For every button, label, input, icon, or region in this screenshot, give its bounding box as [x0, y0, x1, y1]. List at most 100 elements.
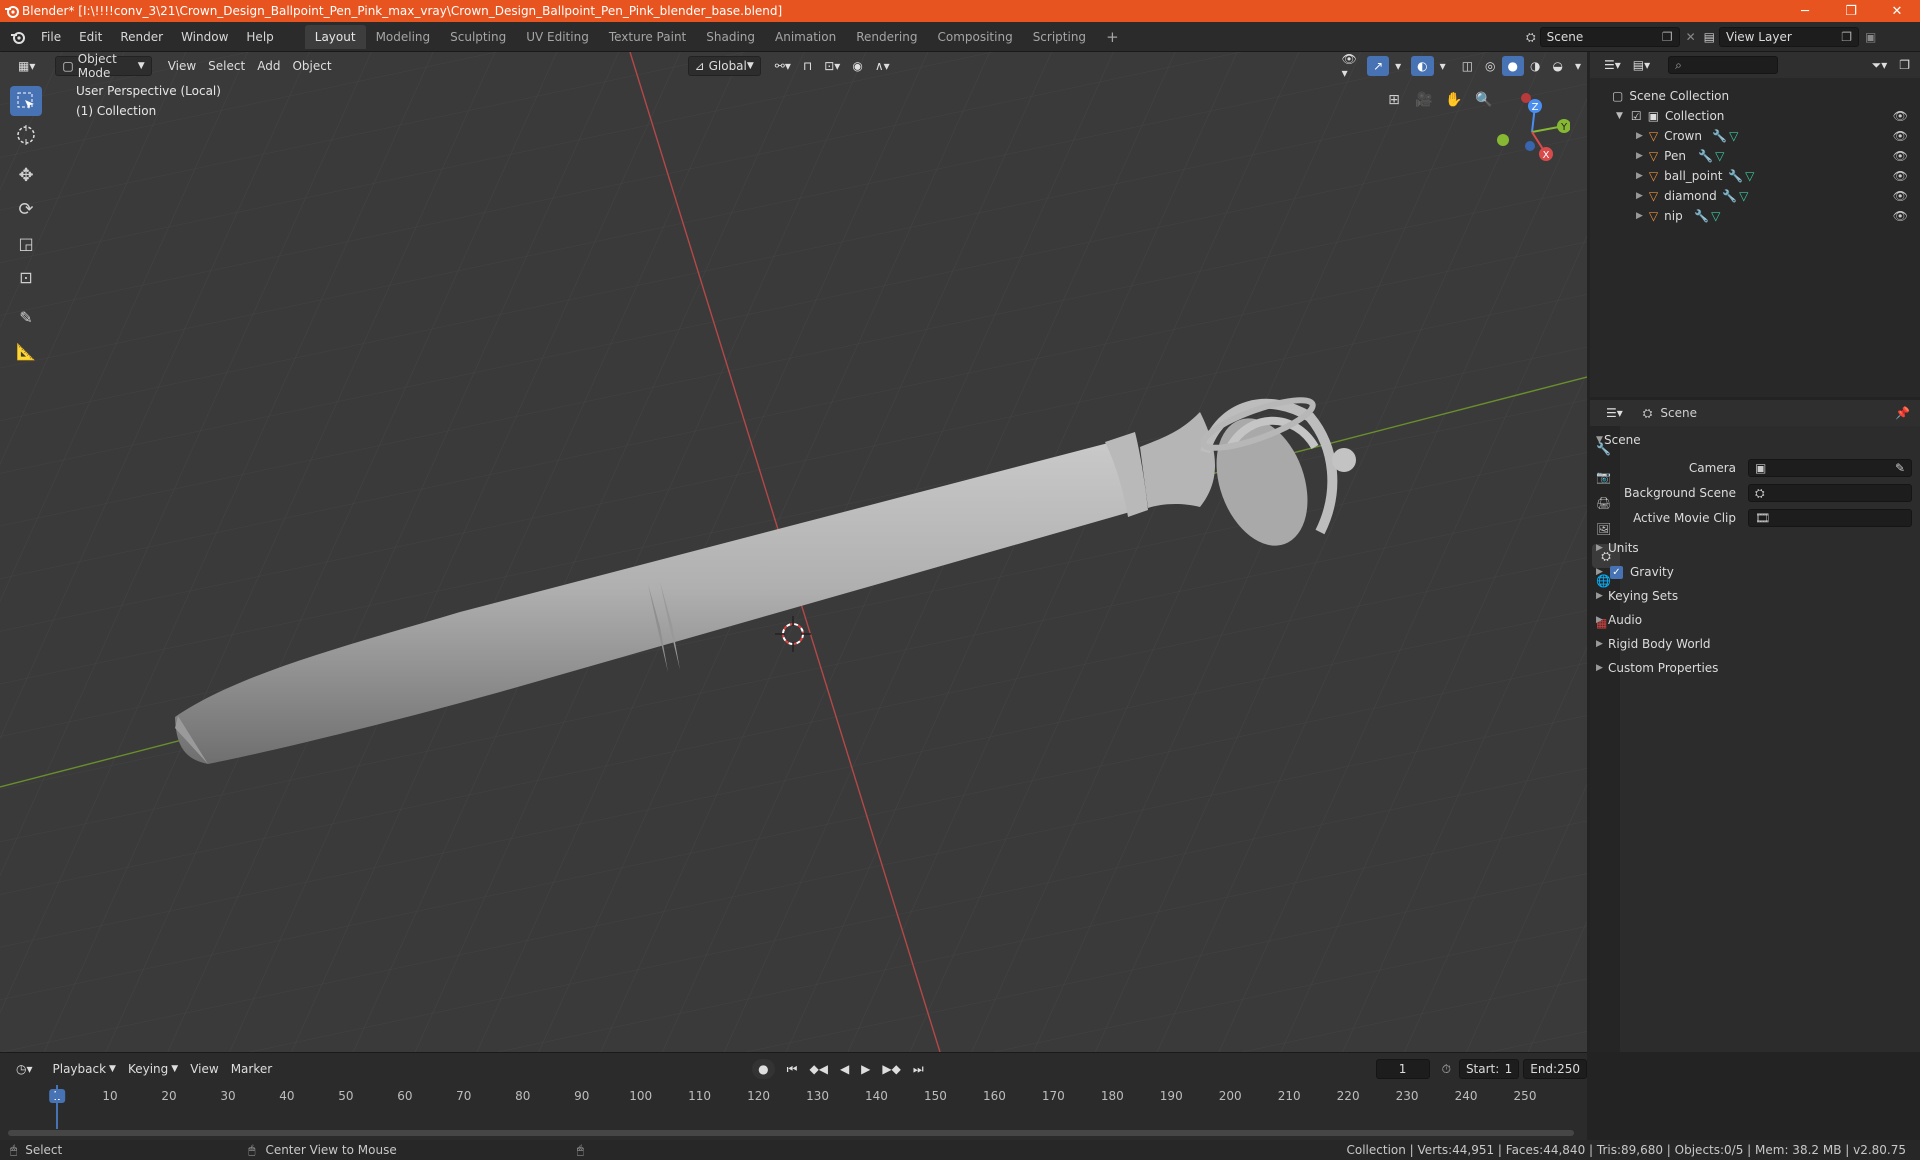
tab-rendering[interactable]: Rendering: [846, 25, 927, 49]
rotate-tool[interactable]: ⟳: [10, 194, 42, 224]
new-view-layer-icon[interactable]: ❐: [1841, 30, 1852, 44]
move-tool[interactable]: ✥: [10, 160, 42, 190]
outliner-panel[interactable]: ☰▾ ▤▾ ⌕ ⏷▾ ❐ ▢ Scene Collection ▼ ☑ ▣ Co…: [1590, 52, 1920, 397]
tab-scripting[interactable]: Scripting: [1023, 25, 1096, 49]
modifier-wrench-icon[interactable]: 🔧: [1694, 209, 1709, 223]
close-button[interactable]: ✕: [1874, 0, 1920, 22]
blender-menu-icon[interactable]: [10, 29, 26, 45]
eye-icon[interactable]: 👁: [1893, 189, 1908, 203]
audio-panel-header[interactable]: ▶ Audio: [1596, 608, 1920, 632]
menu-file[interactable]: File: [32, 22, 70, 52]
custom-properties-panel-header[interactable]: ▶ Custom Properties: [1596, 656, 1920, 680]
mesh-data-icon[interactable]: ▽: [1715, 149, 1724, 163]
gravity-panel-header[interactable]: ▶ ✓ Gravity: [1596, 560, 1920, 584]
expand-arrow-icon[interactable]: ▶: [1636, 151, 1643, 161]
timeline-ruler[interactable]: 1102030405060708090100110120130140150160…: [0, 1053, 1587, 1141]
pan-view-icon[interactable]: ✋: [1440, 86, 1468, 114]
gizmo-toggle-icon[interactable]: ↗: [1367, 56, 1390, 76]
outliner-object-pen[interactable]: ▶ ▽ Pen 🔧 ▽ 👁: [1590, 146, 1920, 166]
minimize-button[interactable]: ─: [1782, 0, 1828, 22]
shading-wireframe-icon[interactable]: ◎: [1479, 56, 1501, 76]
modifier-wrench-icon[interactable]: 🔧: [1722, 189, 1737, 203]
camera-view-icon[interactable]: 🎥: [1410, 86, 1438, 114]
display-mode-icon[interactable]: ▤▾: [1627, 55, 1656, 75]
xray-icon[interactable]: ◫: [1456, 56, 1479, 76]
transform-tool[interactable]: ⊡: [10, 262, 42, 292]
outliner-object-nip[interactable]: ▶ ▽ nip 🔧 ▽ 👁: [1590, 206, 1920, 226]
transform-orientation-selector[interactable]: ⊿ Global ▼: [687, 56, 761, 76]
shading-material-icon[interactable]: ◑: [1524, 56, 1546, 76]
tab-animation[interactable]: Animation: [765, 25, 846, 49]
new-scene-icon[interactable]: ❐: [1662, 30, 1673, 44]
timeline-panel[interactable]: ◷▾ Playback ▼ Keying ▼ View Marker ● ⏮ ◆◀ …: [0, 1052, 1587, 1140]
eye-icon[interactable]: 👁: [1893, 169, 1908, 183]
outliner-search-input[interactable]: ⌕: [1668, 56, 1779, 74]
measure-tool[interactable]: 📐: [10, 336, 42, 366]
outliner-scene-collection[interactable]: ▢ Scene Collection: [1590, 86, 1920, 106]
timeline-scrollbar[interactable]: [8, 1130, 1574, 1136]
include-checkbox[interactable]: ☑: [1631, 109, 1642, 123]
maximize-button[interactable]: ❐: [1828, 0, 1874, 22]
menu-edit[interactable]: Edit: [70, 22, 111, 52]
tab-sculpting[interactable]: Sculpting: [440, 25, 516, 49]
mesh-data-icon[interactable]: ▽: [1745, 169, 1754, 183]
menu-window[interactable]: Window: [172, 22, 237, 52]
gizmo-dropdown-icon[interactable]: ▾: [1389, 56, 1407, 76]
falloff-icon[interactable]: ∧▾: [869, 56, 896, 76]
proportional-edit-icon[interactable]: ◉: [846, 56, 868, 76]
eye-icon[interactable]: 👁: [1893, 149, 1908, 163]
snap-icon[interactable]: ⊓: [797, 56, 818, 76]
menu-render[interactable]: Render: [111, 22, 172, 52]
outliner-object-diamond[interactable]: ▶ ▽ diamond 🔧 ▽ 👁: [1590, 186, 1920, 206]
outliner-editor-type-icon[interactable]: ☰▾: [1598, 55, 1627, 75]
scale-tool[interactable]: ◲: [10, 228, 42, 258]
tab-modeling[interactable]: Modeling: [366, 25, 441, 49]
active-clip-field[interactable]: 🎞: [1748, 509, 1912, 527]
shading-rendered-icon[interactable]: ◒: [1546, 56, 1568, 76]
eyedropper-icon[interactable]: ✎: [1895, 461, 1905, 475]
tab-shading[interactable]: Shading: [696, 25, 765, 49]
annotate-tool[interactable]: ✎: [10, 302, 42, 332]
scene-panel-header[interactable]: ▼ Scene: [1596, 428, 1920, 452]
tab-uv-editing[interactable]: UV Editing: [516, 25, 599, 49]
mesh-data-icon[interactable]: ▽: [1729, 129, 1738, 143]
shading-dropdown-icon[interactable]: ▾: [1569, 56, 1587, 76]
background-scene-field[interactable]: ⛭: [1748, 484, 1912, 502]
remove-scene-icon[interactable]: ✕: [1686, 30, 1696, 44]
outliner-object-ball-point[interactable]: ▶ ▽ ball_point 🔧 ▽ 👁: [1590, 166, 1920, 186]
remove-view-layer-icon[interactable]: ▣: [1865, 30, 1876, 44]
camera-field[interactable]: ▣ ✎: [1748, 459, 1912, 477]
navigation-gizmo[interactable]: Z Y X: [1490, 82, 1570, 172]
expand-arrow-icon[interactable]: ▶: [1636, 191, 1643, 201]
outliner-object-crown[interactable]: ▶ ▽ Crown 🔧 ▽ 👁: [1590, 126, 1920, 146]
pin-icon[interactable]: 📌: [1895, 406, 1910, 420]
expand-arrow-icon[interactable]: ▶: [1636, 131, 1643, 141]
expand-arrow-icon[interactable]: ▼: [1616, 111, 1623, 121]
viewport-menu-select[interactable]: Select: [202, 56, 251, 76]
mode-selector[interactable]: ▢ Object Mode ▼: [55, 52, 152, 80]
toggle-grid-icon[interactable]: ⊞: [1380, 86, 1408, 114]
modifier-wrench-icon[interactable]: 🔧: [1728, 169, 1743, 183]
scene-icon[interactable]: ⛭: [1526, 30, 1536, 45]
mesh-data-icon[interactable]: ▽: [1739, 189, 1748, 203]
view-layer-selector[interactable]: View Layer ❐: [1719, 27, 1860, 47]
add-workspace-button[interactable]: +: [1096, 25, 1129, 49]
snap-target-icon[interactable]: ⊡▾: [818, 56, 846, 76]
mesh-data-icon[interactable]: ▽: [1711, 209, 1720, 223]
viewport-menu-object[interactable]: Object: [286, 56, 337, 76]
expand-arrow-icon[interactable]: ▶: [1636, 171, 1643, 181]
cursor-tool[interactable]: [10, 120, 42, 150]
overlay-dropdown-icon[interactable]: ▾: [1434, 56, 1452, 76]
menu-help[interactable]: Help: [237, 22, 282, 52]
new-collection-icon[interactable]: ❐: [1893, 55, 1916, 75]
eye-icon[interactable]: 👁: [1893, 109, 1908, 123]
eye-icon[interactable]: 👁: [1893, 129, 1908, 143]
tab-texture-paint[interactable]: Texture Paint: [599, 25, 696, 49]
view-layer-icon[interactable]: ▤: [1704, 30, 1715, 44]
modifier-wrench-icon[interactable]: 🔧: [1698, 149, 1713, 163]
viewport-menu-view[interactable]: View: [162, 56, 202, 76]
pivot-point-icon[interactable]: ⚯▾: [769, 56, 797, 76]
playhead[interactable]: [56, 1085, 58, 1129]
units-panel-header[interactable]: ▶ Units: [1596, 536, 1920, 560]
properties-editor-type-icon[interactable]: ☰▾: [1600, 403, 1629, 423]
